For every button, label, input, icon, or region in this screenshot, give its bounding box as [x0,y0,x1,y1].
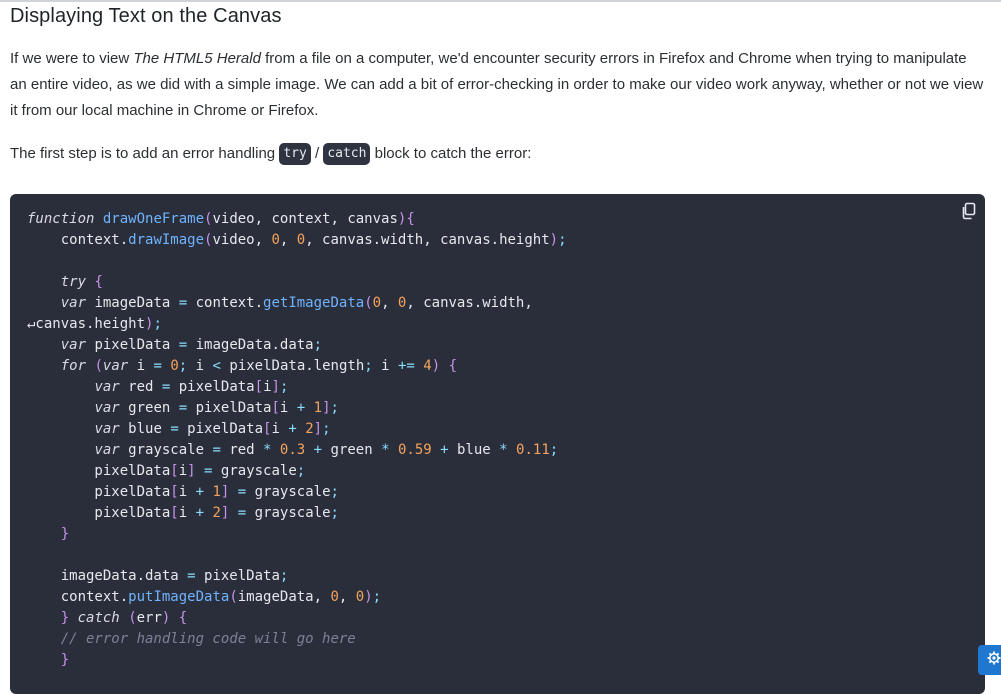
settings-button[interactable] [978,645,1001,675]
intro-text-start: If we were to view [10,50,134,67]
code-line: for (var i = 0; i < pixelData.length; i … [60,358,458,374]
inline-code-catch: catch [323,143,371,165]
code-line: } [60,652,70,668]
code-line: var grayscale = red * 0.3 + green * 0.59… [94,442,559,458]
copy-icon [962,202,976,220]
code-line: pixelData[i + 2] = grayscale; [27,505,339,521]
code-line: } catch (err) { [60,610,188,626]
inline-code-try: try [279,143,311,165]
code-line: } [60,526,70,542]
step-text-end: block to catch the error: [370,145,532,162]
code-line: context.putImageData(imageData, 0, 0); [27,589,382,605]
code-line: var green = pixelData[i + 1]; [94,400,339,416]
step-paragraph: The first step is to add an error handli… [10,141,985,167]
intro-paragraph: If we were to view The HTML5 Herald from… [10,46,985,124]
code-line: pixelData[i + 1] = grayscale; [27,484,339,500]
code-line: var pixelData = imageData.data; [60,337,323,353]
code-line: pixelData[i] = grayscale; [27,463,306,479]
copy-button[interactable] [961,202,977,220]
code-block: function drawOneFrame(video, context, ca… [10,194,985,694]
gear-icon [987,651,1001,665]
code-line: function drawOneFrame(video, context, ca… [27,211,415,227]
top-divider [0,0,1001,2]
code-content: function drawOneFrame(video, context, ca… [27,209,567,671]
step-text-start: The first step is to add an error handli… [10,145,280,162]
code-line: var blue = pixelData[i + 2]; [94,421,331,437]
code-line: // error handling code will go here [60,631,356,647]
section-heading: Displaying Text on the Canvas [10,5,282,27]
code-line: ↵canvas.height); [27,316,162,332]
code-line: context.drawImage(video, 0, 0, canvas.wi… [27,232,567,248]
code-line: var red = pixelData[i]; [94,379,289,395]
code-separator: / [310,145,324,162]
book-title: The HTML5 Herald [133,50,261,67]
code-line: try { [60,274,103,290]
code-line: imageData.data = pixelData; [27,568,289,584]
code-line: var imageData = context.getImageData(0, … [60,295,533,311]
